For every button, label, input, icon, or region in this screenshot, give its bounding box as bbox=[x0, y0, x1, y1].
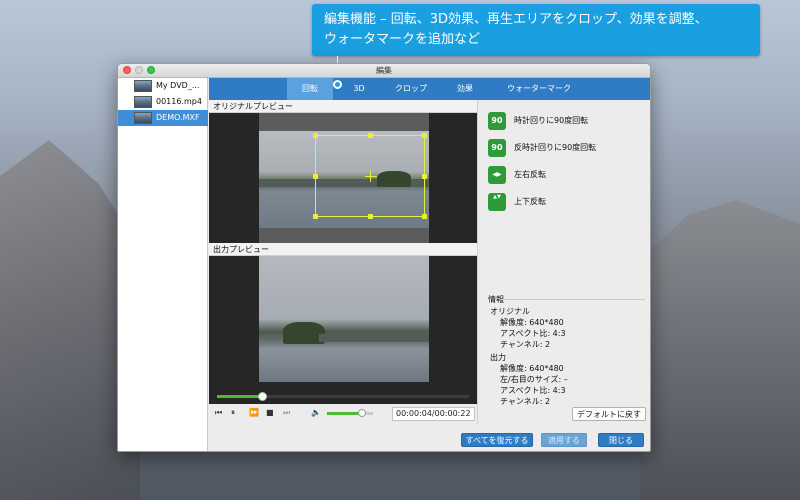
preview-pane: オリジナルプレビュー 出力プレビュー ⏮ ⏸ ⏩ ■ ⏭ 🔈 00:00:04/… bbox=[209, 100, 477, 451]
flip-vertical-icon[interactable]: ▲▼ bbox=[488, 193, 506, 211]
skip-to-end-icon[interactable]: ⏭ bbox=[283, 408, 290, 417]
info-output-aspect: アスペクト比: 4:3 bbox=[500, 386, 566, 395]
original-preview-video bbox=[209, 113, 477, 243]
time-display: 00:00:04/00:00:22 bbox=[392, 407, 475, 421]
crop-handle-bottom-right[interactable] bbox=[422, 214, 427, 219]
flip-horizontal-label: 左右反転 bbox=[514, 170, 546, 179]
crop-handle-left[interactable] bbox=[313, 174, 318, 179]
playback-scrubber[interactable] bbox=[258, 392, 268, 401]
crop-handle-right[interactable] bbox=[422, 174, 427, 179]
tab-crop[interactable]: クロップ bbox=[385, 78, 437, 100]
crop-handle-bottom-left[interactable] bbox=[313, 214, 318, 219]
output-preview-video bbox=[209, 256, 477, 390]
info-output-channel: チャンネル: 2 bbox=[500, 397, 551, 406]
restore-all-button[interactable]: すべてを復元する bbox=[461, 433, 533, 447]
file-name: My DVD_... bbox=[156, 81, 200, 90]
background-mountain-right bbox=[640, 200, 800, 500]
output-preview-label: 出力プレビュー bbox=[209, 243, 477, 256]
flip-horizontal-icon[interactable]: ◀▶ bbox=[488, 166, 506, 184]
original-video-canvas bbox=[259, 113, 429, 243]
timeline-bar bbox=[209, 390, 477, 404]
close-window-button[interactable] bbox=[123, 66, 131, 74]
crop-handle-top[interactable] bbox=[368, 133, 373, 138]
flip-vertical-label: 上下反転 bbox=[514, 197, 546, 206]
info-original-heading: オリジナル bbox=[490, 307, 530, 316]
file-thumbnail bbox=[134, 112, 152, 124]
info-output-lr-size: 左/右目のサイズ: – bbox=[500, 375, 568, 384]
skip-to-start-icon[interactable]: ⏮ bbox=[215, 408, 222, 417]
close-button[interactable]: 閉じる bbox=[598, 433, 644, 447]
minimize-window-button[interactable] bbox=[135, 66, 143, 74]
callout-line-2: ウォータマークを追加など bbox=[324, 32, 481, 47]
maximize-window-button[interactable] bbox=[147, 66, 155, 74]
rotate-counterclockwise-label: 反時計回りに90度回転 bbox=[514, 143, 597, 152]
rotate-clockwise-label: 時計回りに90度回転 bbox=[514, 116, 589, 125]
volume-level-fill bbox=[327, 412, 362, 415]
pause-icon[interactable]: ⏸ bbox=[231, 408, 235, 417]
rotate-counterclockwise-icon[interactable]: 90 bbox=[488, 139, 506, 157]
crop-handle-bottom[interactable] bbox=[368, 214, 373, 219]
crop-handle-top-right[interactable] bbox=[422, 133, 427, 138]
fast-forward-icon[interactable]: ⏩ bbox=[249, 408, 259, 417]
crop-handle-top-left[interactable] bbox=[313, 133, 318, 138]
file-item-my-dvd[interactable]: My DVD_... bbox=[118, 78, 208, 94]
callout-pointer-dot bbox=[333, 80, 342, 89]
file-name: DEMO.MXF bbox=[156, 113, 200, 122]
rotate-clockwise-icon[interactable]: 90 bbox=[488, 112, 506, 130]
original-preview-label: オリジナルプレビュー bbox=[209, 100, 477, 113]
playback-progress-fill bbox=[217, 395, 263, 398]
output-video-frame bbox=[259, 256, 429, 382]
stop-icon[interactable]: ■ bbox=[266, 408, 274, 417]
window-title: 編集 bbox=[376, 66, 392, 75]
feature-callout: 編集機能 – 回転、3D効果、再生エリアをクロップ、効果を調整、 ウォータマーク… bbox=[312, 4, 760, 56]
player-controls: ⏮ ⏸ ⏩ ■ ⏭ 🔈 00:00:04/00:00:22 bbox=[209, 406, 477, 421]
edit-window: 編集 My DVD_... 00116.mp4 DEMO.MXF 回転 3D ク… bbox=[117, 63, 651, 452]
shoreline bbox=[319, 334, 429, 342]
tab-effect[interactable]: 効果 bbox=[445, 78, 485, 100]
apply-button[interactable]: 適用する bbox=[541, 433, 587, 447]
info-output-heading: 出力 bbox=[490, 353, 506, 362]
edit-tab-bar: 回転 3D クロップ 効果 ウォーターマーク bbox=[209, 78, 650, 100]
info-original-channel: チャンネル: 2 bbox=[500, 340, 551, 349]
file-item-demo[interactable]: DEMO.MXF bbox=[118, 110, 208, 126]
file-thumbnail bbox=[134, 80, 152, 92]
window-titlebar: 編集 bbox=[118, 64, 650, 78]
tab-watermark[interactable]: ウォーターマーク bbox=[493, 78, 585, 100]
playback-progress-track[interactable] bbox=[217, 392, 469, 401]
info-original-resolution: 解像度: 640*480 bbox=[500, 318, 564, 327]
file-list-sidebar: My DVD_... 00116.mp4 DEMO.MXF bbox=[118, 78, 208, 451]
file-item-00116[interactable]: 00116.mp4 bbox=[118, 94, 208, 110]
info-original-aspect: アスペクト比: 4:3 bbox=[500, 329, 566, 338]
info-output-resolution: 解像度: 640*480 bbox=[500, 364, 564, 373]
crop-center-crosshair-h bbox=[365, 176, 377, 177]
info-divider bbox=[500, 299, 645, 300]
volume-icon[interactable]: 🔈 bbox=[311, 408, 321, 417]
reset-default-button[interactable]: デフォルトに戻す bbox=[572, 407, 646, 421]
file-name: 00116.mp4 bbox=[156, 97, 202, 106]
volume-slider-thumb[interactable] bbox=[357, 409, 366, 417]
tab-3d[interactable]: 3D bbox=[341, 78, 377, 100]
tab-rotate[interactable]: 回転 bbox=[287, 78, 333, 100]
crop-selection-box[interactable] bbox=[313, 133, 427, 219]
file-thumbnail bbox=[134, 96, 152, 108]
callout-line-1: 編集機能 – 回転、3D効果、再生エリアをクロップ、効果を調整、 bbox=[324, 12, 708, 27]
volume-slider[interactable] bbox=[327, 409, 373, 417]
rotate-options-panel: 90 時計回りに90度回転 90 反時計回りに90度回転 ◀▶ 左右反転 ▲▼ … bbox=[477, 100, 650, 425]
